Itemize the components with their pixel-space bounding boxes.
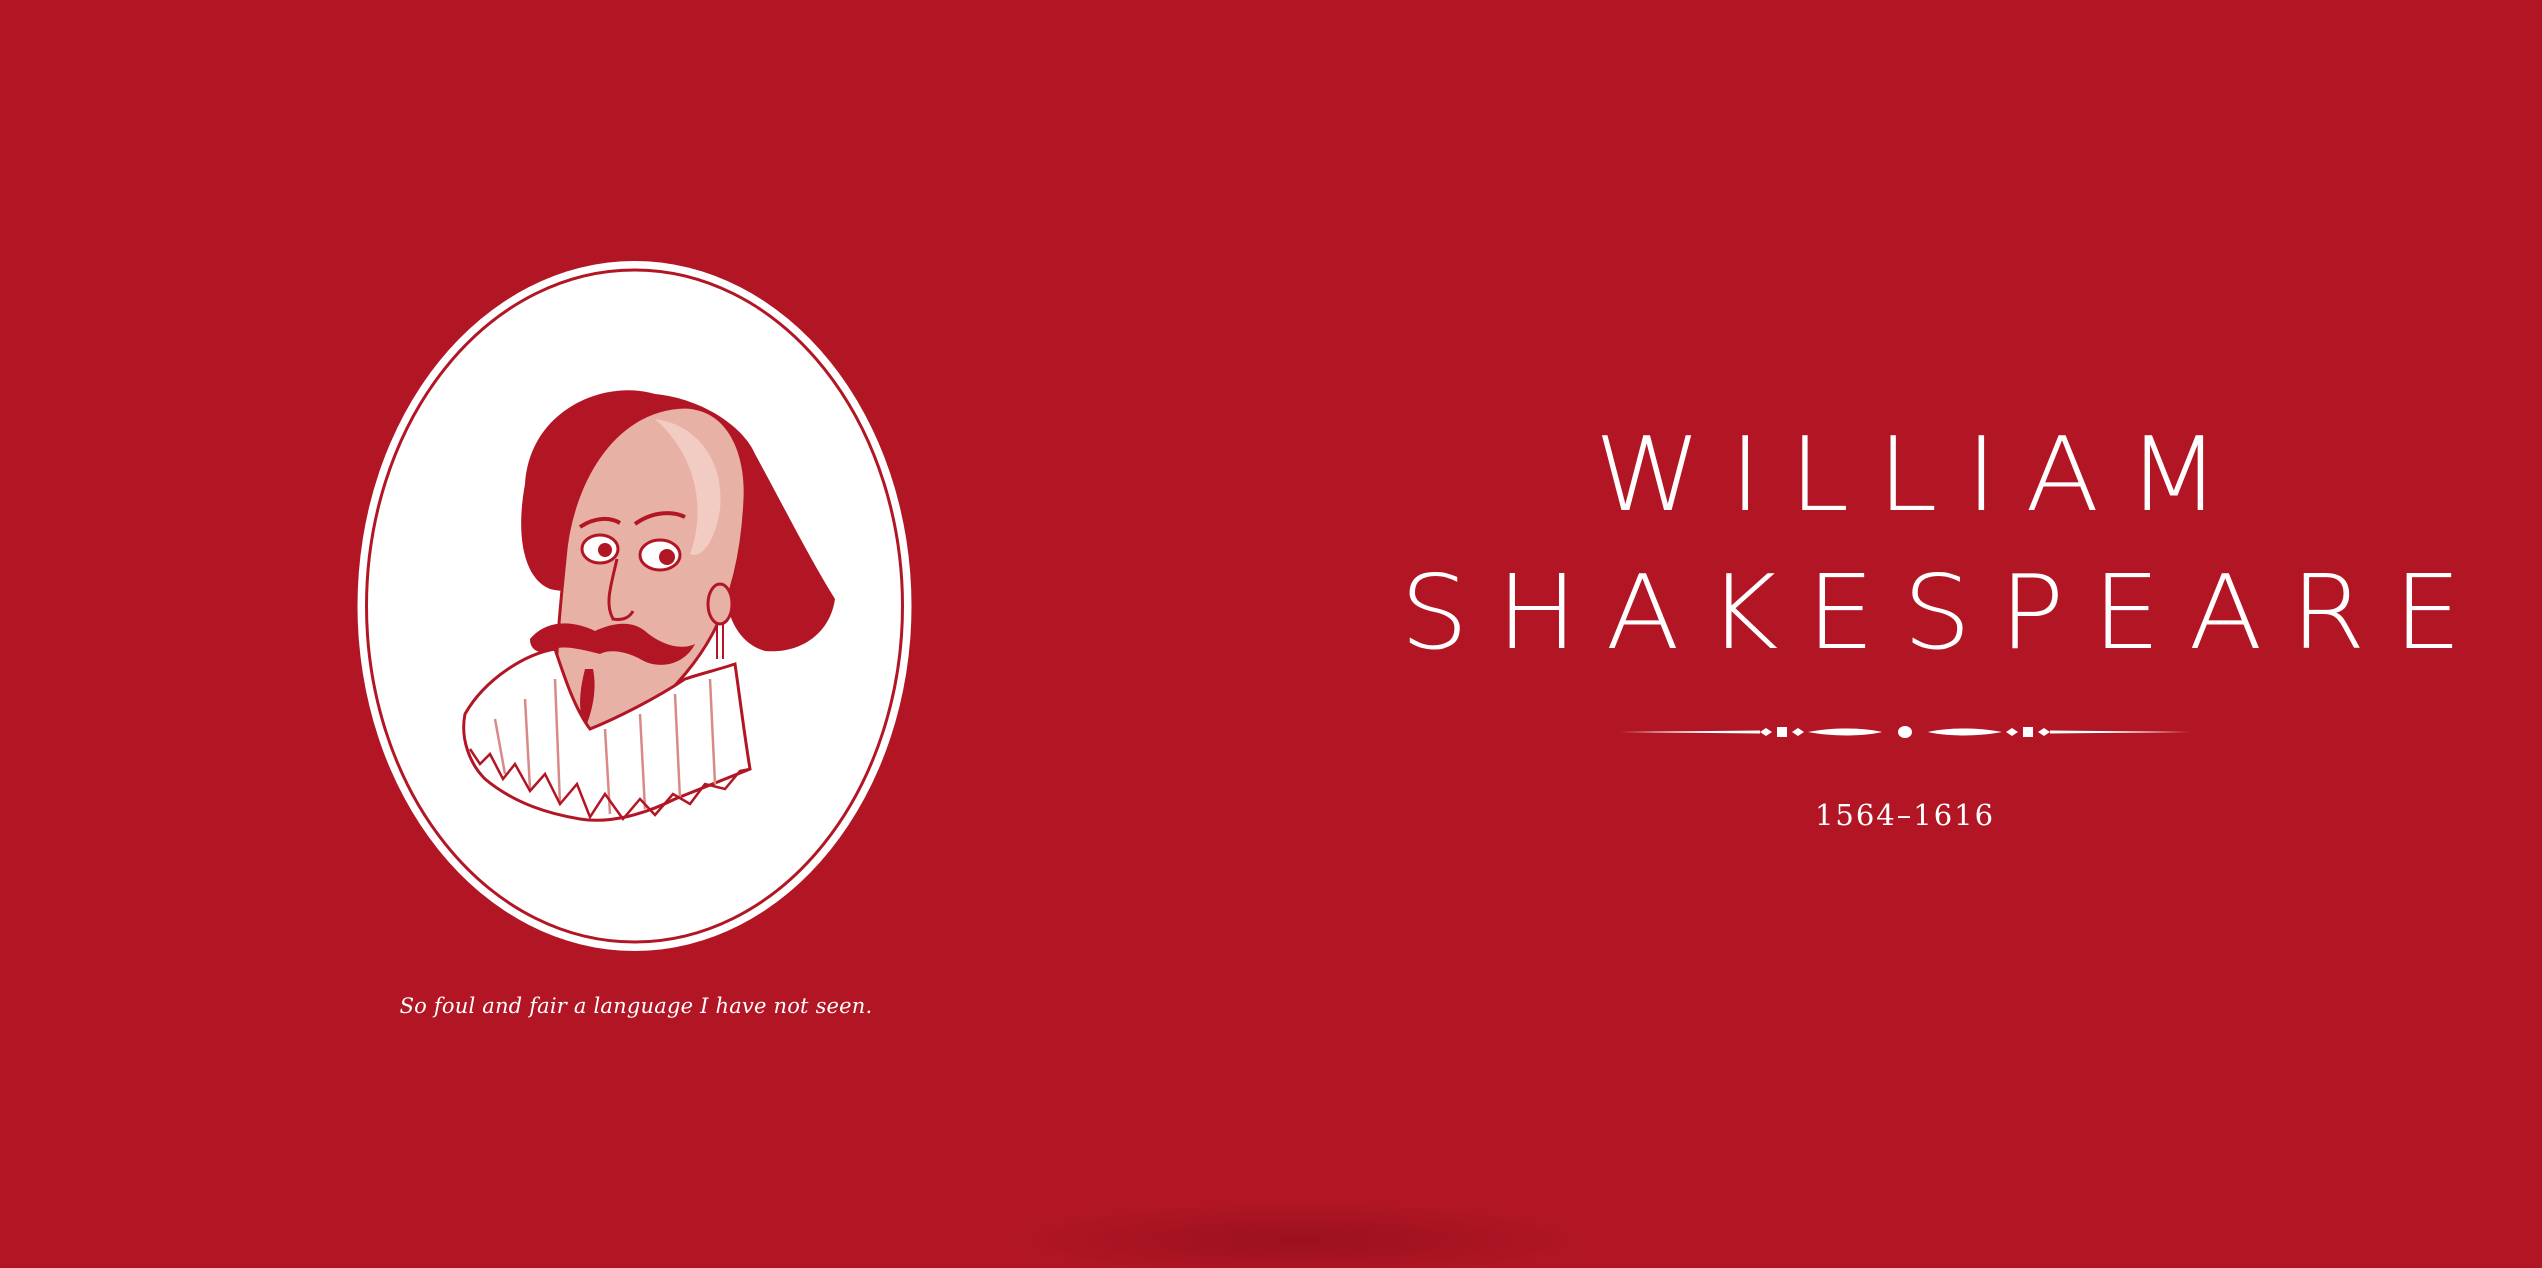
portrait-medallion: [357, 261, 912, 951]
life-dates: 1564–1616: [1814, 798, 1996, 832]
last-name-text: SHAKESPEARE: [1400, 554, 2490, 673]
title-first-name: WILLIAM: [1400, 416, 2415, 535]
title-last-name: SHAKESPEARE: [1400, 562, 2462, 666]
ornamental-divider-icon: [1620, 726, 2190, 738]
title-spread: So foul and fair a language I have not s…: [0, 0, 2542, 1268]
page-gutter-shadow: [1000, 1200, 1600, 1268]
first-name-text: WILLIAM: [1594, 416, 2249, 535]
quote-caption: So foul and fair a language I have not s…: [399, 994, 873, 1018]
